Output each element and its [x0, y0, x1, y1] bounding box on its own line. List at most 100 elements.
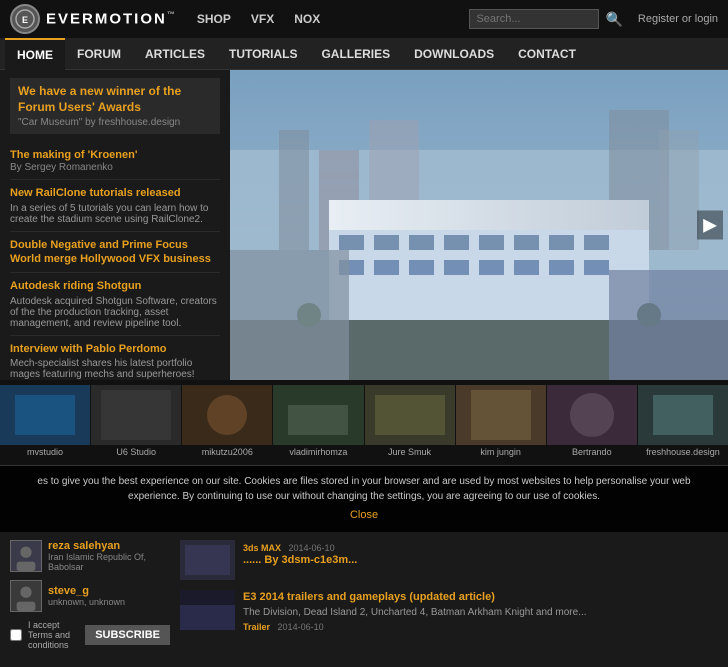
svg-text:E: E	[22, 15, 28, 25]
sidebar-item-4: Interview with Pablo Perdomo Mech-specia…	[10, 336, 220, 380]
thumb-img-7	[638, 385, 728, 445]
user-avatar-0	[10, 540, 42, 572]
user-name-1[interactable]: steve_g	[48, 585, 125, 597]
sidebar-item-2: Double Negative and Prime Focus World me…	[10, 232, 220, 274]
nav-forum[interactable]: FORUM	[65, 38, 133, 70]
sidebar-item-3: Autodesk riding Shotgun Autodesk acquire…	[10, 273, 220, 335]
cookie-text: es to give you the best experience on ou…	[37, 476, 690, 502]
thumbnails-row: mvstudio U6 Studio mikutzu2006 vladimirh…	[0, 380, 728, 465]
thumb-label-7: freshhouse.design	[638, 447, 728, 460]
user-name-0[interactable]: reza salehyan	[48, 540, 170, 552]
thumb-0[interactable]: mvstudio	[0, 385, 90, 460]
nav-contact[interactable]: CONTACT	[506, 38, 588, 70]
thumb-5[interactable]: kim jungin	[456, 385, 546, 460]
sidebar-item-title-4[interactable]: Interview with Pablo Perdomo	[10, 342, 220, 356]
nav-home[interactable]: HOME	[5, 38, 65, 70]
user-info-1: steve_g unknown, unknown	[48, 585, 125, 607]
main-nav: HOME FORUM ARTICLES TUTORIALS GALLERIES …	[0, 38, 728, 70]
search-area: 🔍	[469, 9, 622, 29]
logo-icon: E	[10, 4, 40, 34]
subscribe-area: I accept Terms and conditions SUBSCRIBE	[10, 620, 170, 650]
news-desc-1: The Division, Dead Island 2, Uncharted 4…	[243, 606, 587, 619]
hero-next-arrow[interactable]: ▶	[697, 211, 723, 240]
logo-area: E EVERMOTION™	[10, 4, 177, 34]
top-nav: SHOP VFX NOX	[197, 12, 320, 26]
thumb-4[interactable]: Jure Smuk	[365, 385, 455, 460]
cookie-banner: es to give you the best experience on ou…	[0, 465, 728, 532]
thumb-1[interactable]: U6 Studio	[91, 385, 181, 460]
logo-tm: ™	[167, 10, 177, 19]
thumb-label-4: Jure Smuk	[365, 447, 455, 460]
cookie-close-button[interactable]: Close	[15, 507, 713, 524]
thumb-img-2	[182, 385, 272, 445]
auth-link[interactable]: Register or login	[638, 13, 718, 25]
user-loc-0: Iran Islamic Republic Of, Babolsar	[48, 552, 170, 572]
news-meta-0: 3ds MAX 2014-06-10	[243, 543, 357, 553]
user-info-0: reza salehyan Iran Islamic Republic Of, …	[48, 540, 170, 572]
thumb-img-3	[273, 385, 363, 445]
thumb-img-6	[547, 385, 637, 445]
news-date-1: 2014-06-10	[278, 622, 324, 632]
hero-background	[230, 70, 728, 380]
news-title-1[interactable]: E3 2014 trailers and gameplays (updated …	[243, 590, 587, 604]
sidebar-featured: We have a new winner of the Forum Users'…	[10, 78, 220, 134]
subscribe-button[interactable]: SUBSCRIBE	[85, 625, 170, 645]
thumb-3[interactable]: vladimirhomza	[273, 385, 363, 460]
thumb-label-3: vladimirhomza	[273, 447, 363, 460]
news-meta-1: Trailer 2014-06-10	[243, 622, 587, 632]
bottom-section: reza salehyan Iran Islamic Republic Of, …	[0, 532, 728, 667]
news-date-0: 2014-06-10	[289, 543, 335, 553]
sidebar-item-desc-3: Autodesk acquired Shotgun Software, crea…	[10, 296, 220, 329]
thumb-img-5	[456, 385, 546, 445]
sidebar-item-title-2[interactable]: Double Negative and Prime Focus World me…	[10, 238, 220, 267]
search-icon[interactable]: 🔍	[605, 11, 622, 28]
news-thumb-1	[180, 590, 235, 630]
thumb-label-1: U6 Studio	[91, 447, 181, 460]
user-avatar-1	[10, 580, 42, 612]
user-item-0: reza salehyan Iran Islamic Republic Of, …	[10, 540, 170, 572]
top-bar: E EVERMOTION™ SHOP VFX NOX 🔍 Register or…	[0, 0, 728, 38]
news-content-1: E3 2014 trailers and gameplays (updated …	[243, 590, 587, 632]
search-input[interactable]	[469, 9, 599, 29]
nav-galleries[interactable]: GALLERIES	[309, 38, 402, 70]
news-article-0: 3ds MAX 2014-06-10 ...... By 3dsm-c1e3m.…	[180, 540, 718, 580]
thumb-2[interactable]: mikutzu2006	[182, 385, 272, 460]
news-tag-1: Trailer	[243, 622, 270, 632]
logo-name: EVERMOTION	[46, 10, 167, 27]
sidebar-item-title-3[interactable]: Autodesk riding Shotgun	[10, 279, 220, 293]
thumb-img-1	[91, 385, 181, 445]
news-panel: 3ds MAX 2014-06-10 ...... By 3dsm-c1e3m.…	[180, 540, 718, 659]
user-item-1: steve_g unknown, unknown	[10, 580, 170, 612]
sidebar-item-1: New RailClone tutorials released In a se…	[10, 180, 220, 231]
thumb-img-4	[365, 385, 455, 445]
logo-text: EVERMOTION™	[46, 10, 177, 28]
thumb-label-0: mvstudio	[0, 447, 90, 460]
top-nav-shop[interactable]: SHOP	[197, 12, 231, 26]
news-thumb-0	[180, 540, 235, 580]
content-area: We have a new winner of the Forum Users'…	[0, 70, 728, 380]
thumb-7[interactable]: freshhouse.design	[638, 385, 728, 460]
thumb-label-2: mikutzu2006	[182, 447, 272, 460]
subscribe-terms-label: I accept Terms and conditions	[28, 620, 79, 650]
thumb-img-0	[0, 385, 90, 445]
nav-articles[interactable]: ARTICLES	[133, 38, 217, 70]
top-nav-vfx[interactable]: VFX	[251, 12, 274, 26]
thumb-label-6: Bertrando	[547, 447, 637, 460]
top-nav-nox[interactable]: NOX	[294, 12, 320, 26]
sidebar-item-title-0[interactable]: The making of 'Kroenen'	[10, 148, 220, 162]
user-loc-1: unknown, unknown	[48, 597, 125, 607]
news-article-1: E3 2014 trailers and gameplays (updated …	[180, 590, 718, 632]
sidebar-item-author-0: By Sergey Romanenko	[10, 162, 220, 173]
thumb-label-5: kim jungin	[456, 447, 546, 460]
sidebar-item-title-1[interactable]: New RailClone tutorials released	[10, 186, 220, 200]
nav-downloads[interactable]: DOWNLOADS	[402, 38, 506, 70]
nav-tutorials[interactable]: TUTORIALS	[217, 38, 309, 70]
subscribe-checkbox[interactable]	[10, 629, 22, 641]
news-tag-0: 3ds MAX	[243, 543, 281, 553]
featured-sub: "Car Museum" by freshhouse.design	[18, 117, 212, 128]
user-panel: reza salehyan Iran Islamic Republic Of, …	[10, 540, 170, 659]
sidebar: We have a new winner of the Forum Users'…	[0, 70, 230, 380]
news-title-0[interactable]: ...... By 3dsm-c1e3m...	[243, 553, 357, 567]
featured-title: We have a new winner of the Forum Users'…	[18, 84, 212, 115]
thumb-6[interactable]: Bertrando	[547, 385, 637, 460]
